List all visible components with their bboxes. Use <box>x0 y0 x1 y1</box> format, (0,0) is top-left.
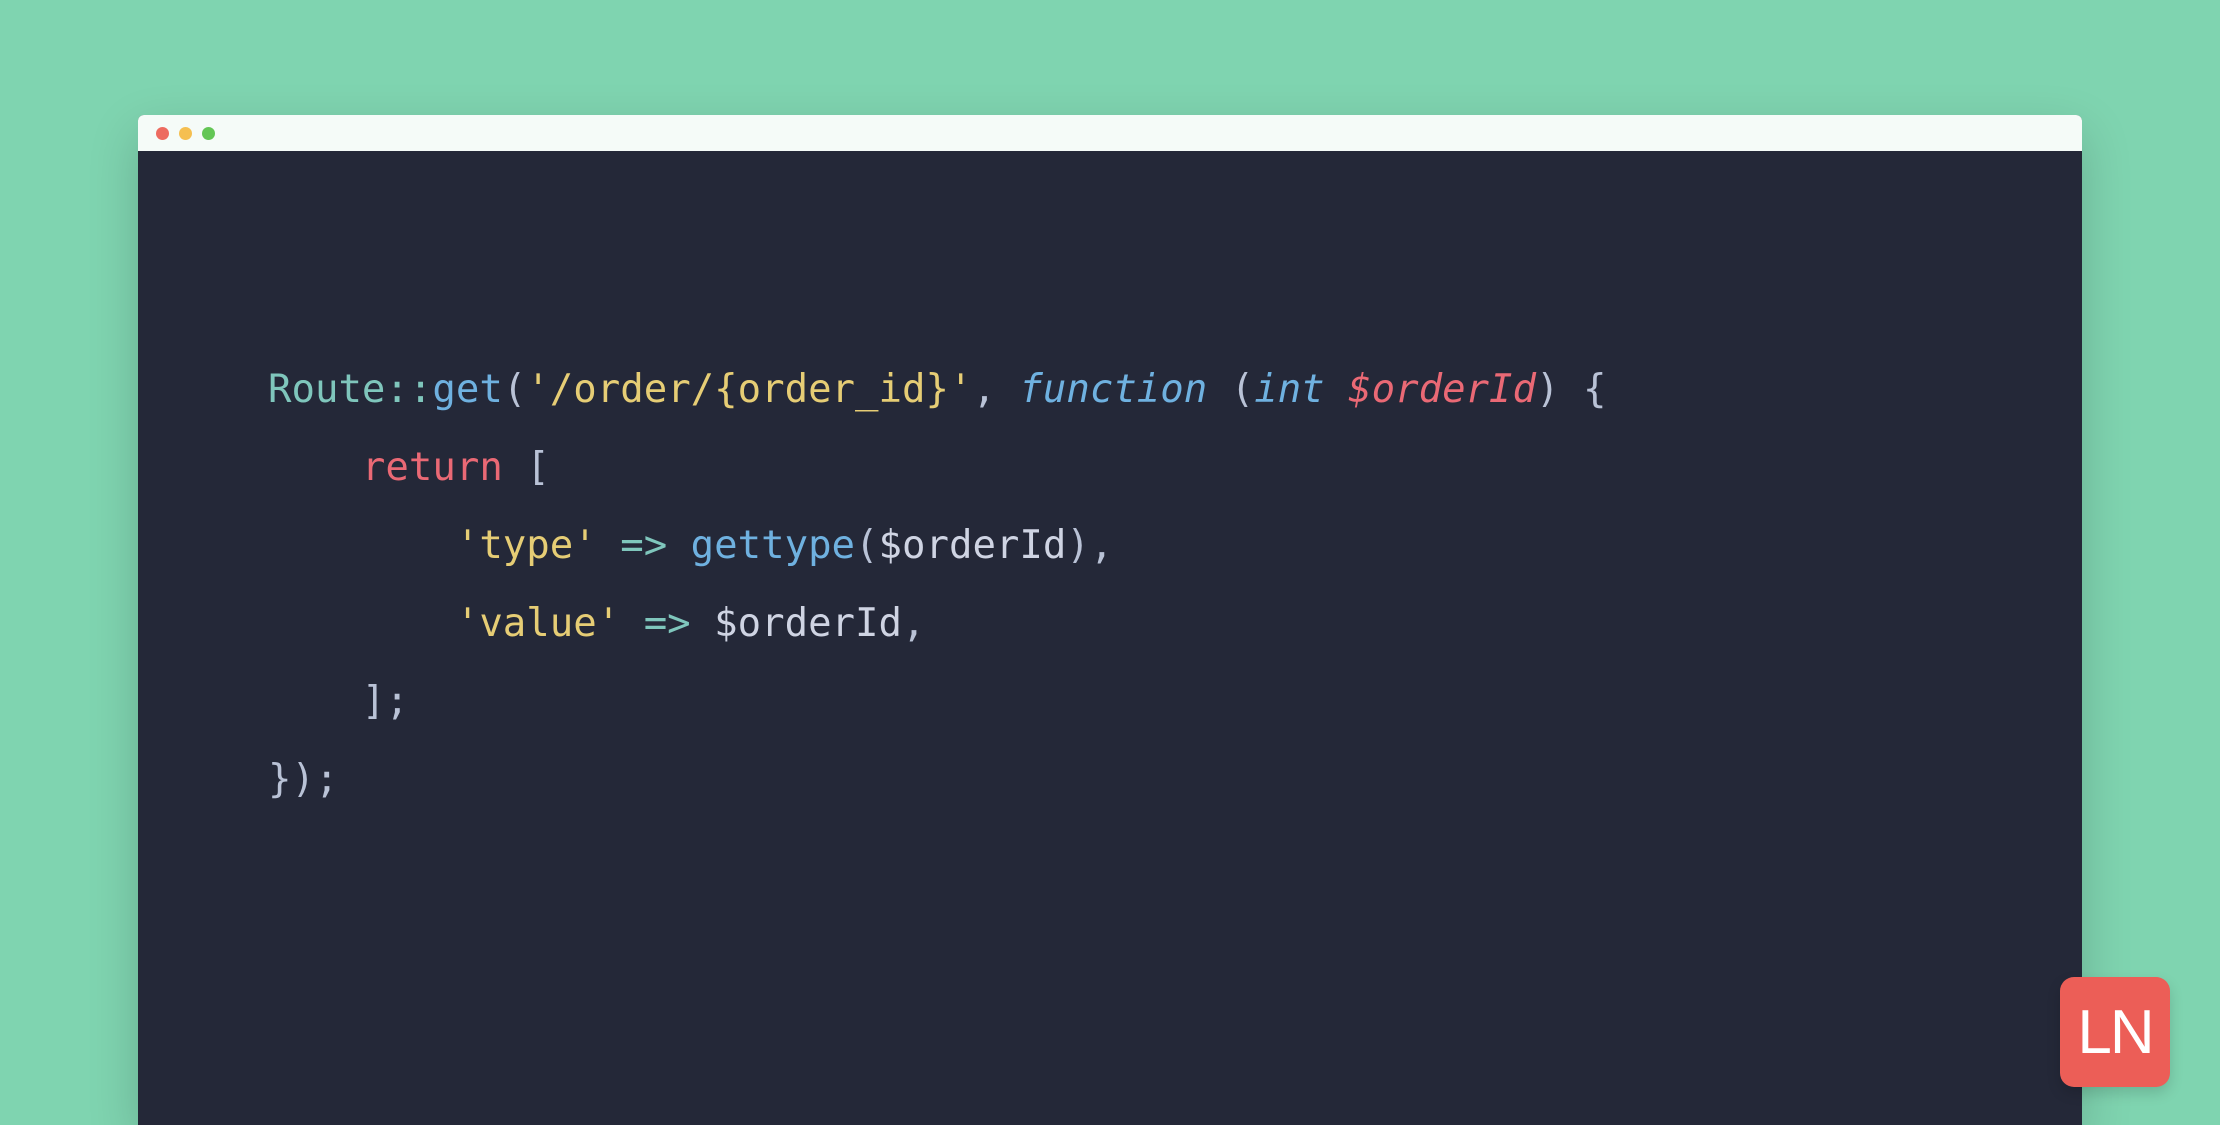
token-string-key: 'value' <box>456 601 620 646</box>
token-space <box>1325 367 1348 412</box>
token-var-dollar: $ <box>879 523 902 568</box>
token-indent <box>268 601 456 646</box>
token-semicolon: ; <box>315 757 338 802</box>
token-function-call: gettype <box>691 523 855 568</box>
token-method: get <box>432 367 502 412</box>
editor-window: Route::get('/order/{order_id}', function… <box>138 115 2082 1125</box>
token-paren: ) <box>291 757 314 802</box>
token-keyword-return: return <box>362 445 503 490</box>
token-keyword-function: function <box>1019 367 1207 412</box>
token-paren: ( <box>503 367 526 412</box>
token-indent <box>268 679 362 724</box>
token-bracket: ] <box>362 679 385 724</box>
close-icon[interactable] <box>156 127 169 140</box>
token-paren: ) <box>1536 367 1559 412</box>
zoom-icon[interactable] <box>202 127 215 140</box>
token-paren: ( <box>1231 367 1254 412</box>
window-titlebar <box>138 115 2082 151</box>
token-operator: :: <box>385 367 432 412</box>
token-space <box>691 601 714 646</box>
code-editor: Route::get('/order/{order_id}', function… <box>138 151 2082 819</box>
token-comma: , <box>972 367 1019 412</box>
token-brace: } <box>268 757 291 802</box>
token-brace: { <box>1583 367 1606 412</box>
token-space <box>620 601 643 646</box>
token-comma: , <box>902 601 925 646</box>
token-var-name: orderId <box>1372 367 1536 412</box>
token-string-key: 'type' <box>456 523 597 568</box>
token-space <box>667 523 690 568</box>
token-space <box>597 523 620 568</box>
token-indent <box>268 523 456 568</box>
brand-logo-text: LN <box>2077 997 2152 1068</box>
token-space <box>1207 367 1230 412</box>
code-block: Route::get('/order/{order_id}', function… <box>268 351 1952 819</box>
token-var-dollar: $ <box>714 601 737 646</box>
token-arrow: => <box>644 601 691 646</box>
token-arrow: => <box>620 523 667 568</box>
token-bracket: [ <box>526 445 549 490</box>
token-class: Route <box>268 367 385 412</box>
minimize-icon[interactable] <box>179 127 192 140</box>
token-paren: ) <box>1066 523 1089 568</box>
token-space <box>503 445 526 490</box>
brand-logo: LN <box>2060 977 2170 1087</box>
token-string: '/order/{order_id}' <box>526 367 972 412</box>
token-type: int <box>1254 367 1324 412</box>
token-var-name: orderId <box>738 601 902 646</box>
token-paren: ( <box>855 523 878 568</box>
token-semicolon: ; <box>385 679 408 724</box>
token-var-dollar: $ <box>1348 367 1371 412</box>
token-comma: , <box>1090 523 1113 568</box>
token-indent <box>268 445 362 490</box>
token-space <box>1560 367 1583 412</box>
token-var-name: orderId <box>902 523 1066 568</box>
